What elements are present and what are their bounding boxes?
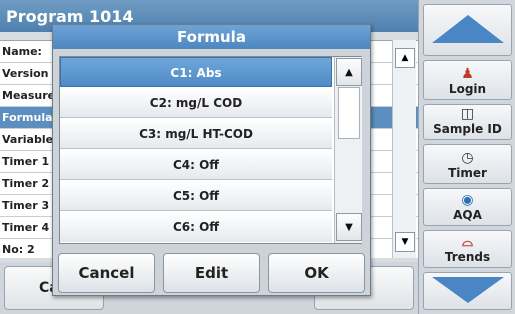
cancel-button[interactable]: Cancel [58,253,155,293]
sample-id-label: Sample ID [433,122,502,136]
program-scrollbar[interactable]: ▲ ▼ [392,40,416,258]
ok-button[interactable]: OK [268,253,365,293]
person-icon: ♟ [461,66,474,82]
formula-option-c4[interactable]: C4: Off [60,150,332,180]
row-label: Formula [2,111,53,124]
scrollbar-thumb[interactable] [338,87,360,139]
aqa-icon: ◉ [461,192,474,208]
nav-down-button[interactable] [423,272,512,310]
row-label: Version [2,67,49,80]
formula-dialog: Formula C1: Abs C2: mg/L COD C3: mg/L HT… [52,24,371,296]
scroll-up-icon[interactable]: ▲ [336,58,362,86]
row-label: Variable [2,133,54,146]
trends-button[interactable]: ⌓ Trends [423,230,512,268]
row-label: No: 2 [2,243,35,256]
row-label: Name: [2,45,42,58]
nav-up-button[interactable] [423,4,512,56]
trends-icon: ⌓ [461,234,474,250]
sample-id-button[interactable]: ◫ Sample ID [423,104,512,140]
formula-option-c1[interactable]: C1: Abs [60,57,332,87]
row-label: Measure [2,89,56,102]
aqa-label: AQA [453,208,482,222]
aqa-button[interactable]: ◉ AQA [423,188,512,226]
edit-button[interactable]: Edit [163,253,260,293]
cancel-label: Cancel [78,264,135,282]
timer-icon: ◷ [461,150,474,166]
scroll-down-icon[interactable]: ▼ [336,213,362,241]
up-arrow-icon [431,14,504,43]
timer-label: Timer [448,166,487,180]
sidebar: ♟ Login ◫ Sample ID ◷ Timer ◉ AQA ⌓ Tren… [418,0,515,314]
option-scrollbar[interactable]: ▲ ▼ [334,57,362,243]
ok-label: OK [304,264,329,282]
formula-option-c5[interactable]: C5: Off [60,181,332,211]
formula-option-c2[interactable]: C2: mg/L COD [60,88,332,118]
login-label: Login [448,82,487,96]
formula-option-c6[interactable]: C6: Off [60,212,332,242]
formula-option-c3[interactable]: C3: mg/L HT-COD [60,119,332,149]
scroll-down-icon[interactable]: ▼ [395,232,415,252]
row-label: Timer 3 [2,199,50,212]
row-label: Timer 1 [2,155,50,168]
login-button[interactable]: ♟ Login [423,60,512,100]
timer-button[interactable]: ◷ Timer [423,144,512,184]
trends-label: Trends [444,250,491,264]
down-arrow-icon [431,276,504,303]
dialog-title: Formula [53,25,370,49]
formula-option-list: C1: Abs C2: mg/L COD C3: mg/L HT-COD C4:… [59,56,362,244]
scroll-up-icon[interactable]: ▲ [395,48,415,68]
edit-label: Edit [194,264,229,282]
row-label: Timer 4 [2,221,50,234]
beaker-icon: ◫ [460,106,475,122]
row-label: Timer 2 [2,177,50,190]
